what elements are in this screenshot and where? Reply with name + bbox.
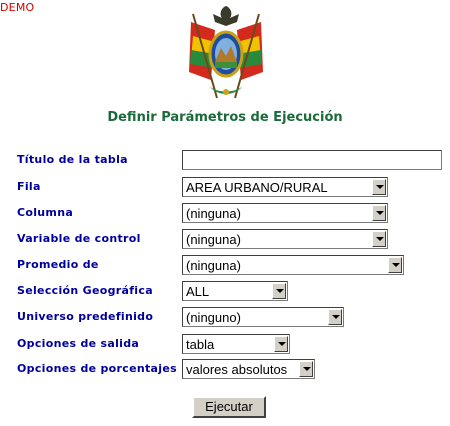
- opciones-salida-select-value: tabla: [186, 337, 215, 352]
- chevron-down-icon[interactable]: [274, 336, 288, 352]
- opciones-porcentajes-select-value: valores absolutos: [186, 362, 288, 377]
- demo-watermark: DEMO: [0, 1, 35, 14]
- label-opciones-porcentajes: Opciones de porcentajes: [17, 362, 177, 375]
- ejecutar-button[interactable]: Ejecutar: [192, 396, 266, 418]
- page-title: Definir Parámetros de Ejecución: [107, 110, 343, 125]
- chevron-down-icon[interactable]: [388, 257, 402, 273]
- label-variable-control: Variable de control: [17, 232, 141, 245]
- chevron-down-icon[interactable]: [372, 179, 386, 195]
- chevron-down-icon[interactable]: [372, 231, 386, 247]
- label-promedio: Promedio de: [17, 258, 99, 271]
- label-opciones-salida: Opciones de salida: [17, 337, 140, 350]
- universo-select[interactable]: (ninguno): [182, 307, 344, 327]
- seleccion-geografica-select[interactable]: ALL: [182, 281, 288, 301]
- label-fila: Fila: [17, 180, 41, 193]
- label-titulo: Título de la tabla: [17, 153, 128, 166]
- chevron-down-icon[interactable]: [372, 205, 386, 221]
- fila-select[interactable]: AREA URBANO/RURAL: [182, 177, 388, 197]
- variable-control-select-value: (ninguna): [186, 232, 241, 247]
- variable-control-select[interactable]: (ninguna): [182, 229, 388, 249]
- label-seleccion-geografica: Selección Geográfica: [17, 284, 153, 297]
- fila-select-value: AREA URBANO/RURAL: [186, 180, 328, 195]
- titulo-input[interactable]: [182, 150, 442, 170]
- chevron-down-icon[interactable]: [272, 283, 286, 299]
- seleccion-geografica-select-value: ALL: [186, 284, 210, 299]
- chevron-down-icon[interactable]: [299, 361, 313, 377]
- label-universo: Universo predefinido: [17, 310, 154, 323]
- label-columna: Columna: [17, 206, 74, 219]
- promedio-select[interactable]: (ninguna): [182, 255, 404, 275]
- chevron-down-icon[interactable]: [328, 309, 342, 325]
- coat-of-arms-icon: [189, 6, 263, 99]
- opciones-porcentajes-select[interactable]: valores absolutos: [182, 359, 315, 379]
- columna-select[interactable]: (ninguna): [182, 203, 388, 223]
- universo-select-value: (ninguno): [186, 310, 241, 325]
- promedio-select-value: (ninguna): [186, 258, 241, 273]
- columna-select-value: (ninguna): [186, 206, 241, 221]
- opciones-salida-select[interactable]: tabla: [182, 334, 290, 354]
